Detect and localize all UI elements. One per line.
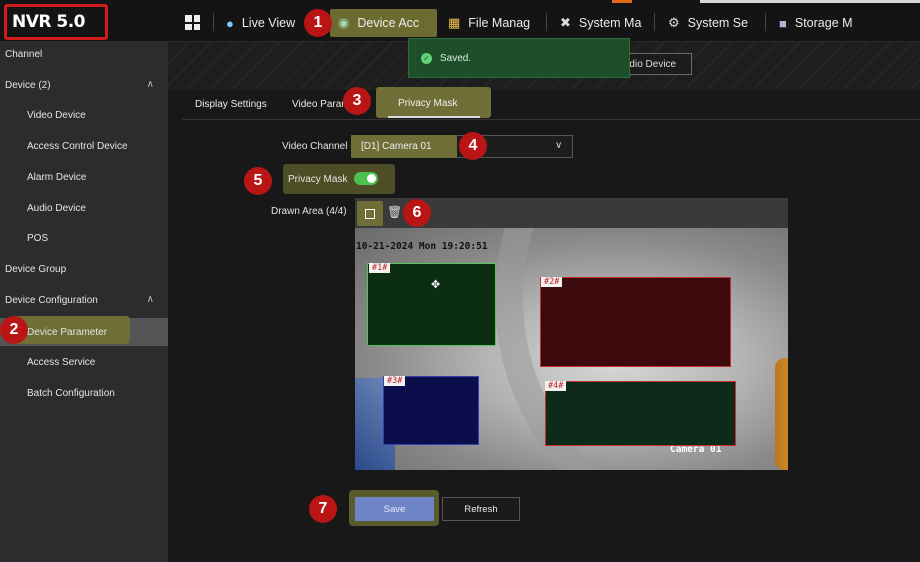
- top-navigation-bar: NVR 5.0 ● Live View ◉ Device Acc ▦ File Man…: [0, 0, 920, 42]
- main-menu-grid-icon[interactable]: [185, 15, 200, 30]
- scene-object: [775, 358, 788, 470]
- sidebar-item-access-service[interactable]: Access Service: [0, 350, 168, 374]
- step-badge-2: 2: [0, 316, 28, 344]
- device-icon: ◉: [338, 15, 350, 30]
- privacy-mask-area[interactable]: [545, 381, 736, 446]
- nav-separator: [654, 13, 655, 31]
- sidebar-item-audio-device[interactable]: Audio Device: [0, 196, 168, 220]
- refresh-button[interactable]: Refresh: [442, 497, 520, 521]
- video-preview[interactable]: 10-21-2024 Mon 19:20:51 Camera 01 #1# ✥ …: [355, 228, 788, 470]
- privacy-mask-area[interactable]: [540, 277, 731, 367]
- sidebar-item-device-group[interactable]: Device Group: [0, 257, 168, 281]
- mask-tag: #3#: [384, 376, 406, 386]
- chevron-down-icon[interactable]: ∨: [555, 140, 562, 151]
- tab-live-view[interactable]: ● Live View: [226, 9, 302, 37]
- delete-icon[interactable]: 🗑: [387, 205, 402, 219]
- step-badge-7: 7: [309, 495, 337, 523]
- saved-toast: ✓ Saved.: [408, 38, 630, 78]
- video-channel-value: [D1] Camera 01: [361, 141, 432, 152]
- draw-rectangle-icon: [365, 208, 375, 219]
- tab-display-settings[interactable]: Display Settings: [195, 99, 267, 110]
- nav-separator: [546, 13, 547, 31]
- sidebar-item-alarm-device[interactable]: Alarm Device: [0, 165, 168, 189]
- step-badge-4: 4: [459, 132, 487, 160]
- privacy-mask-area[interactable]: [367, 263, 496, 346]
- storage-icon: ■: [779, 15, 787, 31]
- tab-storage-management[interactable]: ■ Storage M: [779, 9, 865, 37]
- step-badge-1: 1: [304, 9, 332, 37]
- top-accent-strip: [612, 0, 632, 3]
- sidebar-item-device-configuration[interactable]: Device Configuration ∧: [0, 288, 168, 312]
- mask-tag: #1#: [369, 263, 391, 273]
- tab-system-maintenance[interactable]: ✖ System Ma: [560, 9, 644, 37]
- sidebar-item-channel[interactable]: Channel: [0, 42, 168, 66]
- mask-tag: #2#: [541, 277, 563, 287]
- privacy-mask-area[interactable]: [383, 376, 479, 445]
- step-badge-5: 5: [244, 167, 272, 195]
- chevron-up-icon: ∧: [146, 79, 154, 90]
- tab-file-management[interactable]: ▦ File Manag: [448, 9, 540, 37]
- step-badge-6: 6: [403, 199, 431, 227]
- drawn-area-label: Drawn Area (4/4): [271, 206, 347, 217]
- sidebar-item-pos[interactable]: POS: [0, 226, 168, 250]
- toast-message: Saved.: [440, 52, 472, 64]
- logo-text: NVR 5.0: [12, 12, 86, 32]
- active-tab-underline: [388, 116, 480, 118]
- tools-icon: ✖: [560, 15, 571, 30]
- chevron-up-icon: ∧: [146, 294, 154, 305]
- step-badge-3: 3: [343, 87, 371, 115]
- top-window-strip: [700, 0, 920, 3]
- sidebar-item-access-control-device[interactable]: Access Control Device: [0, 134, 168, 158]
- sidebar: Channel Device (2) ∧ Video Device Access …: [0, 42, 168, 562]
- save-button[interactable]: Save: [355, 497, 434, 521]
- nvr-logo: NVR 5.0: [4, 4, 108, 40]
- folder-icon: ▦: [448, 15, 461, 30]
- gear-icon: ⚙: [668, 15, 680, 30]
- tab-privacy-mask[interactable]: Privacy Mask: [376, 87, 491, 118]
- success-check-icon: ✓: [421, 52, 432, 64]
- privacy-mask-label: Privacy Mask: [288, 174, 348, 185]
- sidebar-item-device[interactable]: Device (2) ∧: [0, 73, 168, 97]
- privacy-mask-toggle[interactable]: [354, 172, 378, 185]
- mask-tag: #4#: [545, 381, 567, 391]
- move-icon[interactable]: ✥: [431, 278, 440, 291]
- sidebar-item-batch-configuration[interactable]: Batch Configuration: [0, 381, 168, 405]
- tab-system-settings[interactable]: ⚙ System Se: [668, 9, 754, 37]
- nav-separator: [213, 13, 214, 31]
- video-channel-label: Video Channel: [282, 141, 348, 152]
- video-timestamp: 10-21-2024 Mon 19:20:51: [356, 241, 488, 252]
- sidebar-item-video-device[interactable]: Video Device: [0, 103, 168, 127]
- draw-area-button[interactable]: [357, 201, 383, 226]
- nav-separator: [765, 13, 766, 31]
- camera-icon: ●: [226, 15, 234, 31]
- tab-device-access[interactable]: ◉ Device Acc: [330, 9, 437, 37]
